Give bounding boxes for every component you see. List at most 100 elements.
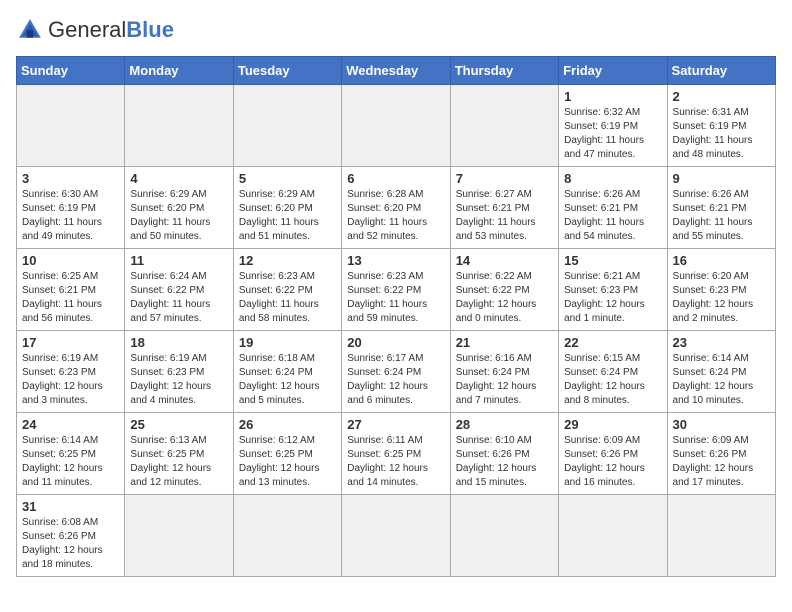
day-info: Sunrise: 6:14 AM Sunset: 6:25 PM Dayligh…: [22, 434, 119, 490]
header-day-saturday: Saturday: [667, 57, 775, 85]
calendar-cell: 5Sunrise: 6:29 AM Sunset: 6:20 PM Daylig…: [233, 167, 341, 249]
day-info: Sunrise: 6:09 AM Sunset: 6:26 PM Dayligh…: [564, 434, 661, 490]
calendar-cell: 10 Sunrise: 6:25 AM Sunset: 6:21 PM Dayli…: [17, 249, 125, 331]
calendar-cell: 6Sunrise: 6:28 AM Sunset: 6:20 PM Daylig…: [342, 167, 450, 249]
day-info: Sunrise: 6:23 AM Sunset: 6:22 PM Dayligh…: [239, 270, 336, 326]
calendar-cell: 1 Sunrise: 6:32 AM Sunset: 6:19 PM Daylig…: [559, 85, 667, 167]
day-number: 10: [22, 253, 119, 268]
day-number: 7: [456, 171, 553, 186]
calendar-cell: [450, 85, 558, 167]
calendar-cell: 22 Sunrise: 6:15 AM Sunset: 6:24 PM Dayli…: [559, 331, 667, 413]
day-number: 29: [564, 417, 661, 432]
day-info: Sunrise: 6:08 AM Sunset: 6:26 PM Dayligh…: [22, 516, 119, 572]
calendar-cell: 31 Sunrise: 6:08 AM Sunset: 6:26 PM Dayli…: [17, 495, 125, 577]
day-info: Sunrise: 6:17 AM Sunset: 6:24 PM Dayligh…: [347, 352, 444, 408]
calendar-cell: 25 Sunrise: 6:13 AM Sunset: 6:25 PM Dayli…: [125, 413, 233, 495]
day-number: 13: [347, 253, 444, 268]
calendar-cell: [342, 495, 450, 577]
calendar-cell: 26Sunrise: 6:12 AM Sunset: 6:25 PM Dayli…: [233, 413, 341, 495]
calendar-cell: 15 Sunrise: 6:21 AM Sunset: 6:23 PM Dayli…: [559, 249, 667, 331]
calendar-cell: 19 Sunrise: 6:18 AM Sunset: 6:24 PM Dayli…: [233, 331, 341, 413]
calendar-week-row: 3 Sunrise: 6:30 AM Sunset: 6:19 PM Daylig…: [17, 167, 776, 249]
day-info: Sunrise: 6:09 AM Sunset: 6:26 PM Dayligh…: [673, 434, 770, 490]
day-info: Sunrise: 6:29 AM Sunset: 6:20 PM Dayligh…: [130, 188, 227, 244]
day-number: 9: [673, 171, 770, 186]
header-day-sunday: Sunday: [17, 57, 125, 85]
day-number: 27: [347, 417, 444, 432]
logo-text: GeneralBlue: [48, 18, 174, 42]
day-number: 19: [239, 335, 336, 350]
calendar-cell: 14 Sunrise: 6:22 AM Sunset: 6:22 PM Dayli…: [450, 249, 558, 331]
days-header-row: SundayMondayTuesdayWednesdayThursdayFrid…: [17, 57, 776, 85]
day-info: Sunrise: 6:30 AM Sunset: 6:19 PM Dayligh…: [22, 188, 119, 244]
calendar-cell: [342, 85, 450, 167]
header-day-tuesday: Tuesday: [233, 57, 341, 85]
calendar-week-row: 24Sunrise: 6:14 AM Sunset: 6:25 PM Dayli…: [17, 413, 776, 495]
calendar-cell: [233, 85, 341, 167]
day-info: Sunrise: 6:25 AM Sunset: 6:21 PM Dayligh…: [22, 270, 119, 326]
day-number: 21: [456, 335, 553, 350]
calendar-cell: 29 Sunrise: 6:09 AM Sunset: 6:26 PM Dayli…: [559, 413, 667, 495]
day-number: 3: [22, 171, 119, 186]
calendar-cell: 24Sunrise: 6:14 AM Sunset: 6:25 PM Dayli…: [17, 413, 125, 495]
calendar-cell: 21 Sunrise: 6:16 AM Sunset: 6:24 PM Dayli…: [450, 331, 558, 413]
calendar-cell: 30 Sunrise: 6:09 AM Sunset: 6:26 PM Dayli…: [667, 413, 775, 495]
day-number: 11: [130, 253, 227, 268]
calendar-cell: [667, 495, 775, 577]
calendar-cell: 9Sunrise: 6:26 AM Sunset: 6:21 PM Daylig…: [667, 167, 775, 249]
calendar-cell: 18 Sunrise: 6:19 AM Sunset: 6:23 PM Dayli…: [125, 331, 233, 413]
day-info: Sunrise: 6:11 AM Sunset: 6:25 PM Dayligh…: [347, 434, 444, 490]
day-number: 5: [239, 171, 336, 186]
calendar-cell: 28 Sunrise: 6:10 AM Sunset: 6:26 PM Dayli…: [450, 413, 558, 495]
day-number: 8: [564, 171, 661, 186]
day-info: Sunrise: 6:32 AM Sunset: 6:19 PM Dayligh…: [564, 106, 661, 162]
day-info: Sunrise: 6:19 AM Sunset: 6:23 PM Dayligh…: [130, 352, 227, 408]
calendar-cell: 3 Sunrise: 6:30 AM Sunset: 6:19 PM Daylig…: [17, 167, 125, 249]
calendar-cell: [17, 85, 125, 167]
day-info: Sunrise: 6:22 AM Sunset: 6:22 PM Dayligh…: [456, 270, 553, 326]
calendar-cell: 2Sunrise: 6:31 AM Sunset: 6:19 PM Daylig…: [667, 85, 775, 167]
calendar-cell: 12Sunrise: 6:23 AM Sunset: 6:22 PM Dayli…: [233, 249, 341, 331]
day-number: 25: [130, 417, 227, 432]
day-number: 14: [456, 253, 553, 268]
day-number: 23: [673, 335, 770, 350]
calendar-cell: 7 Sunrise: 6:27 AM Sunset: 6:21 PM Daylig…: [450, 167, 558, 249]
calendar-cell: 17Sunrise: 6:19 AM Sunset: 6:23 PM Dayli…: [17, 331, 125, 413]
calendar-cell: [450, 495, 558, 577]
calendar-cell: 20Sunrise: 6:17 AM Sunset: 6:24 PM Dayli…: [342, 331, 450, 413]
day-info: Sunrise: 6:12 AM Sunset: 6:25 PM Dayligh…: [239, 434, 336, 490]
day-info: Sunrise: 6:31 AM Sunset: 6:19 PM Dayligh…: [673, 106, 770, 162]
day-number: 17: [22, 335, 119, 350]
day-info: Sunrise: 6:21 AM Sunset: 6:23 PM Dayligh…: [564, 270, 661, 326]
day-number: 1: [564, 89, 661, 104]
calendar-cell: 23 Sunrise: 6:14 AM Sunset: 6:24 PM Dayli…: [667, 331, 775, 413]
day-info: Sunrise: 6:27 AM Sunset: 6:21 PM Dayligh…: [456, 188, 553, 244]
day-number: 15: [564, 253, 661, 268]
day-info: Sunrise: 6:20 AM Sunset: 6:23 PM Dayligh…: [673, 270, 770, 326]
header-day-thursday: Thursday: [450, 57, 558, 85]
day-number: 16: [673, 253, 770, 268]
logo-icon: [16, 16, 44, 44]
day-number: 18: [130, 335, 227, 350]
day-info: Sunrise: 6:15 AM Sunset: 6:24 PM Dayligh…: [564, 352, 661, 408]
calendar-cell: 27 Sunrise: 6:11 AM Sunset: 6:25 PM Dayli…: [342, 413, 450, 495]
day-info: Sunrise: 6:16 AM Sunset: 6:24 PM Dayligh…: [456, 352, 553, 408]
day-info: Sunrise: 6:13 AM Sunset: 6:25 PM Dayligh…: [130, 434, 227, 490]
day-number: 30: [673, 417, 770, 432]
calendar-cell: [125, 85, 233, 167]
calendar-cell: 13Sunrise: 6:23 AM Sunset: 6:22 PM Dayli…: [342, 249, 450, 331]
calendar-week-row: 17 Sunrise: 6:19 AM Sunset: 6:23 PM Dayli…: [17, 331, 776, 413]
day-info: Sunrise: 6:18 AM Sunset: 6:24 PM Dayligh…: [239, 352, 336, 408]
day-number: 4: [130, 171, 227, 186]
day-info: Sunrise: 6:10 AM Sunset: 6:26 PM Dayligh…: [456, 434, 553, 490]
day-number: 31: [22, 499, 119, 514]
day-number: 28: [456, 417, 553, 432]
calendar-cell: [125, 495, 233, 577]
day-info: Sunrise: 6:28 AM Sunset: 6:20 PM Dayligh…: [347, 188, 444, 244]
day-number: 22: [564, 335, 661, 350]
calendar-week-row: 10 Sunrise: 6:25 AM Sunset: 6:21 PM Dayli…: [17, 249, 776, 331]
day-info: Sunrise: 6:14 AM Sunset: 6:24 PM Dayligh…: [673, 352, 770, 408]
calendar-cell: 11 Sunrise: 6:24 AM Sunset: 6:22 PM Dayli…: [125, 249, 233, 331]
day-info: Sunrise: 6:24 AM Sunset: 6:22 PM Dayligh…: [130, 270, 227, 326]
header-day-wednesday: Wednesday: [342, 57, 450, 85]
